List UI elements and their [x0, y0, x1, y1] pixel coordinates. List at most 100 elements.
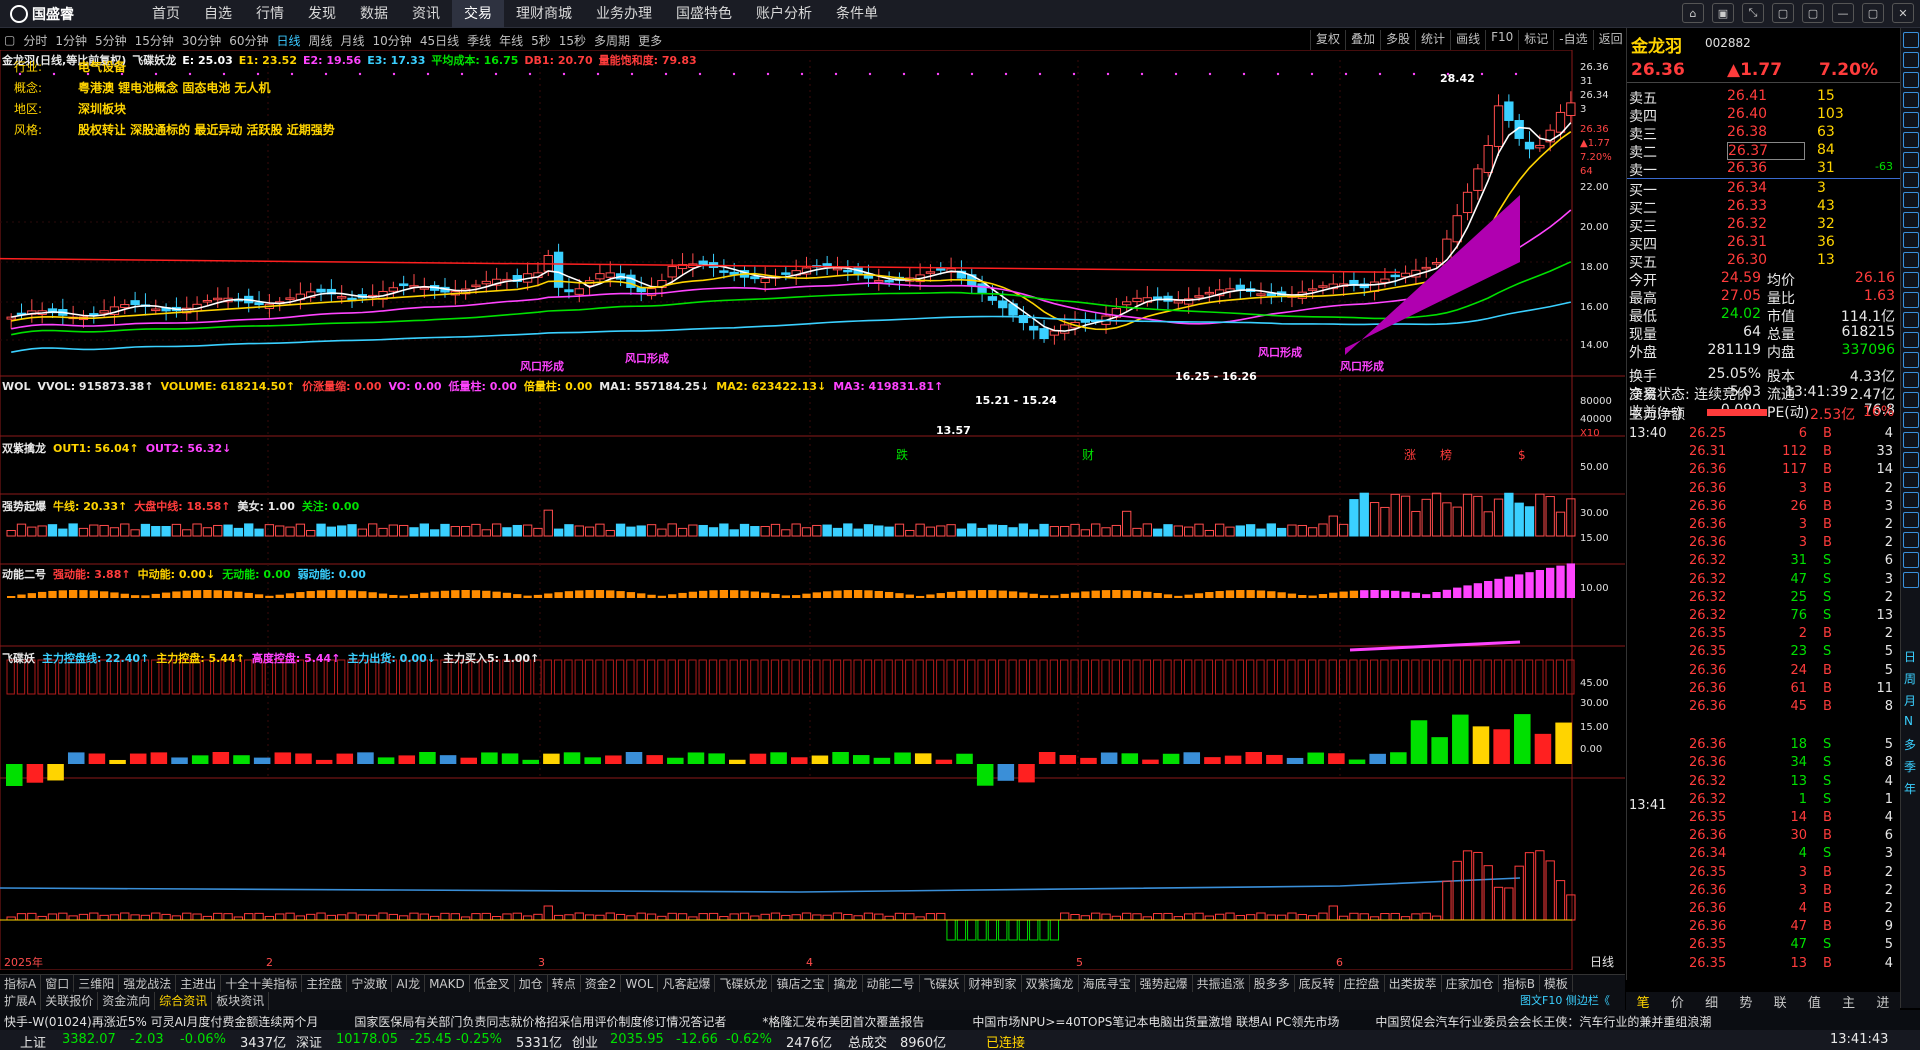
- indicator-tab-32[interactable]: 模板: [1540, 975, 1573, 992]
- indicator-tab-5[interactable]: 十全十美指标: [221, 975, 303, 992]
- nav-item-0[interactable]: 首页: [140, 0, 192, 28]
- sidebar-icon-4[interactable]: [1903, 112, 1919, 128]
- orderbook-row-0[interactable]: 卖五 26.41 15: [1627, 88, 1901, 107]
- sidebar-icon-10[interactable]: [1903, 232, 1919, 248]
- quote-tab-5[interactable]: 值: [1797, 992, 1831, 1011]
- quote-tab-1[interactable]: 价: [1660, 992, 1694, 1011]
- orderbook-row-6[interactable]: 买二 26.33 43: [1627, 198, 1901, 217]
- orderbook-row-4[interactable]: 卖一 26.36 31 -63: [1627, 160, 1901, 179]
- sidebar-icon-2[interactable]: [1903, 72, 1919, 88]
- indicator-tab-19[interactable]: 动能二号: [863, 975, 920, 992]
- period-9[interactable]: 10分钟: [369, 32, 416, 49]
- orderbook-row-8[interactable]: 买四 26.31 36: [1627, 234, 1901, 253]
- idx-cy-label[interactable]: 创业: [572, 1032, 598, 1050]
- indicator-tab-15[interactable]: 凡客起爆: [658, 975, 716, 992]
- sidebar-icon-20[interactable]: [1903, 432, 1919, 448]
- nav-item-2[interactable]: 行情: [244, 0, 296, 28]
- period-14[interactable]: 15秒: [555, 32, 590, 49]
- sidebar-icon-27[interactable]: [1903, 572, 1919, 588]
- orderbook-row-3[interactable]: 卖二 26.37 84: [1627, 142, 1901, 161]
- sidebar-icon-7[interactable]: [1903, 172, 1919, 188]
- indicator-tab-12[interactable]: 转点: [548, 975, 581, 992]
- window-button-6[interactable]: ▢: [1862, 3, 1884, 23]
- sidebar-label-4[interactable]: 多: [1904, 736, 1916, 753]
- nav-item-1[interactable]: 自选: [192, 0, 244, 28]
- quote-tab-4[interactable]: 联: [1763, 992, 1797, 1011]
- sidebar-icon-8[interactable]: [1903, 192, 1919, 208]
- window-button-3[interactable]: ▢: [1772, 3, 1794, 23]
- sidebar-icon-21[interactable]: [1903, 452, 1919, 468]
- indicator-tab-2[interactable]: 三维阳: [74, 975, 120, 992]
- indicator-tab-30[interactable]: 庄家加仓: [1442, 975, 1499, 992]
- nav-item-7[interactable]: 理财商城: [504, 0, 584, 28]
- period-7[interactable]: 周线: [305, 32, 337, 49]
- indicator-tab-31[interactable]: 指标B: [1499, 975, 1540, 992]
- period-15[interactable]: 多周期: [590, 32, 634, 49]
- period-11[interactable]: 季线: [463, 32, 495, 49]
- tool-3[interactable]: 统计: [1415, 30, 1450, 50]
- indicator-tab-20[interactable]: 飞碟妖: [920, 975, 965, 992]
- indicator-tab-21[interactable]: 财神到家: [965, 975, 1022, 992]
- nav-item-10[interactable]: 账户分析: [744, 0, 824, 28]
- sidebar-icon-16[interactable]: [1903, 352, 1919, 368]
- sidebar-icon-12[interactable]: [1903, 272, 1919, 288]
- tool-6[interactable]: 标记: [1518, 30, 1553, 50]
- indicator-tab-27[interactable]: 底反转: [1295, 975, 1340, 992]
- tool-0[interactable]: 复权: [1310, 30, 1345, 50]
- period-3[interactable]: 15分钟: [131, 32, 178, 49]
- period-12[interactable]: 年线: [495, 32, 527, 49]
- indicator-tab-25[interactable]: 共振追涨: [1193, 975, 1250, 992]
- info-tab-3[interactable]: 综合资讯: [155, 992, 213, 1010]
- orderbook-row-2[interactable]: 卖三 26.38 63: [1627, 124, 1901, 143]
- sidebar-label-0[interactable]: 日: [1904, 648, 1916, 665]
- sidebar-icon-5[interactable]: [1903, 132, 1919, 148]
- sidebar-icon-25[interactable]: [1903, 532, 1919, 548]
- orderbook-row-1[interactable]: 卖四 26.40 103: [1627, 106, 1901, 125]
- indicator-tab-18[interactable]: 擒龙: [829, 975, 863, 992]
- period-2[interactable]: 5分钟: [91, 32, 131, 49]
- sidebar-icon-23[interactable]: [1903, 492, 1919, 508]
- indicator-tab-23[interactable]: 海底寻宝: [1079, 975, 1136, 992]
- sidebar-icon-0[interactable]: [1903, 32, 1919, 48]
- info-tab-4[interactable]: 板块资讯: [212, 992, 270, 1010]
- tool-1[interactable]: 叠加: [1345, 30, 1380, 50]
- tool-2[interactable]: 多股: [1380, 30, 1415, 50]
- tool-5[interactable]: F10: [1485, 30, 1518, 50]
- sidebar-icon-1[interactable]: [1903, 52, 1919, 68]
- nav-item-3[interactable]: 发现: [296, 0, 348, 28]
- x-axis-mode[interactable]: 日线: [1590, 955, 1614, 969]
- window-button-1[interactable]: ▣: [1712, 3, 1734, 23]
- sidebar-icon-24[interactable]: [1903, 512, 1919, 528]
- tool-4[interactable]: 画线: [1450, 30, 1485, 50]
- indicator-tab-24[interactable]: 强势起爆: [1136, 975, 1193, 992]
- indicator-tab-9[interactable]: MAKD: [425, 975, 470, 992]
- sidebar-icon-22[interactable]: [1903, 472, 1919, 488]
- sidebar-label-6[interactable]: 年: [1904, 780, 1916, 797]
- indicator-tab-14[interactable]: WOL: [621, 975, 659, 992]
- info-tab-2[interactable]: 资金流向: [98, 992, 156, 1010]
- sidebar-label-5[interactable]: 季: [1904, 758, 1916, 775]
- sidebar-icon-6[interactable]: [1903, 152, 1919, 168]
- quote-tab-3[interactable]: 势: [1729, 992, 1763, 1011]
- right-tab-caption[interactable]: 图文F10 侧边栏《: [1520, 992, 1610, 1008]
- indicator-tab-10[interactable]: 低金叉: [470, 975, 515, 992]
- panel-toggle-icon[interactable]: ▢: [0, 33, 19, 47]
- idx-sh-label[interactable]: 上证: [20, 1032, 46, 1050]
- indicator-tab-29[interactable]: 出类拔萃: [1385, 975, 1442, 992]
- quote-tab-6[interactable]: 主: [1832, 992, 1866, 1011]
- window-button-0[interactable]: ⌂: [1682, 3, 1704, 23]
- sidebar-icon-13[interactable]: [1903, 292, 1919, 308]
- sidebar-icon-19[interactable]: [1903, 412, 1919, 428]
- sidebar-icon-17[interactable]: [1903, 372, 1919, 388]
- indicator-tab-7[interactable]: 宁波敢: [347, 975, 393, 992]
- tool-7[interactable]: -自选: [1553, 30, 1592, 50]
- indicator-tab-11[interactable]: 加仓: [515, 975, 548, 992]
- window-button-4[interactable]: ▢: [1802, 3, 1824, 23]
- indicator-tab-8[interactable]: AI龙: [392, 975, 426, 992]
- period-6[interactable]: 日线: [272, 32, 304, 49]
- nav-item-8[interactable]: 业务办理: [584, 0, 664, 28]
- info-tab-1[interactable]: 关联报价: [41, 992, 99, 1010]
- period-8[interactable]: 月线: [337, 32, 369, 49]
- sidebar-label-3[interactable]: N: [1904, 714, 1913, 728]
- sidebar-icon-18[interactable]: [1903, 392, 1919, 408]
